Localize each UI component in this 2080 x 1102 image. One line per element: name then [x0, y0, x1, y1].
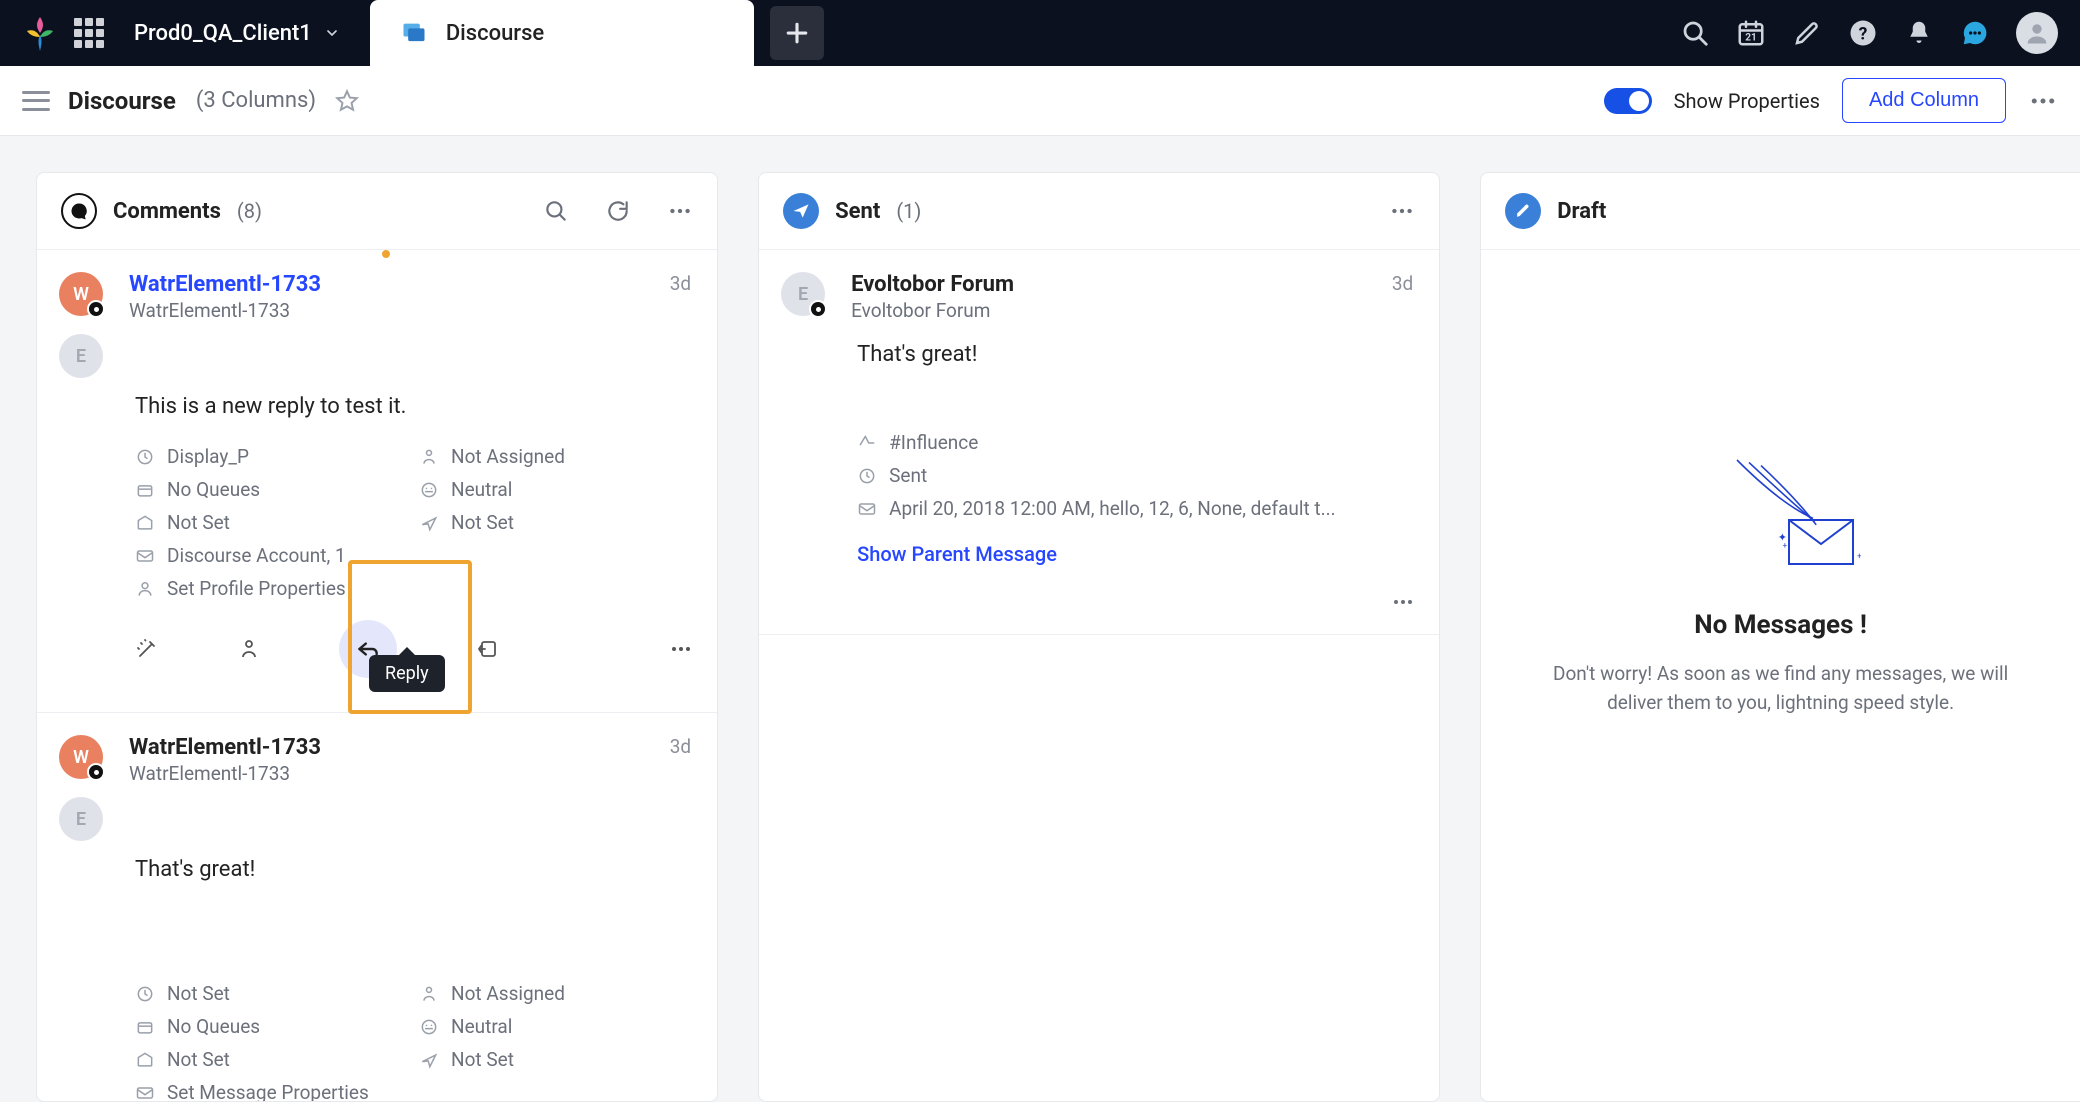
help-icon[interactable]: ? — [1848, 18, 1878, 48]
workspace-name: Prod0_QA_Client1 — [134, 21, 312, 46]
user-link[interactable]: WatrElementl-1733 — [129, 272, 693, 297]
column-header-sent: Sent (1) — [759, 173, 1439, 250]
column-header-draft: Draft — [1481, 173, 2080, 250]
column-draft: Draft ✦ + + No Messages ! Don't worry! A… — [1480, 172, 2080, 1102]
user-sub: WatrElementl-1733 — [129, 762, 693, 785]
edit-icon[interactable] — [1792, 18, 1822, 48]
subbar: Discourse (3 Columns) Show Properties Ad… — [0, 66, 2080, 136]
empty-envelope-icon: ✦ + + — [1701, 450, 1861, 590]
user-avatar[interactable] — [2016, 12, 2058, 54]
svg-text:+: + — [1782, 541, 1787, 550]
topbar: Prod0_QA_Client1 Discourse 21 ? — [0, 0, 2080, 66]
avatar-secondary: E — [59, 797, 103, 841]
card-meta: #Influence Sent April 20, 2018 12:00 AM,… — [857, 431, 1415, 520]
card-meta: Not Set Not Assigned No Queues Neutral N… — [135, 982, 693, 1101]
message-body: That's great! — [857, 342, 1415, 417]
archive-icon[interactable] — [475, 637, 499, 661]
comment-card[interactable]: 3d W E WatrElementl-1733 WatrElementl-17… — [37, 713, 717, 1101]
timestamp: 3d — [670, 735, 691, 758]
discourse-tab-icon — [400, 19, 428, 47]
empty-body: Don't worry! As soon as we find any mess… — [1541, 660, 2021, 717]
card-more-icon[interactable] — [1391, 590, 1415, 614]
menu-icon[interactable] — [22, 91, 50, 111]
user-sub: Evoltobor Forum — [851, 299, 1415, 322]
add-tab-button[interactable] — [770, 6, 824, 60]
column-header-comments: Comments (8) — [37, 173, 717, 250]
timestamp: 3d — [1392, 272, 1413, 295]
plus-icon — [782, 18, 812, 48]
tab-discourse[interactable]: Discourse — [370, 0, 754, 66]
draft-column-icon — [1505, 193, 1541, 229]
svg-text:21: 21 — [1745, 33, 1756, 44]
avatar: E — [781, 272, 825, 316]
column-comments: Comments (8) 3d W E WatrElementl-1733 Wa… — [36, 172, 718, 1102]
app-launcher-icon[interactable] — [74, 18, 104, 48]
column-more-icon[interactable] — [1389, 198, 1415, 224]
message-body: That's great! — [135, 857, 693, 882]
empty-title: No Messages ! — [1694, 610, 1867, 640]
board: Comments (8) 3d W E WatrElementl-1733 Wa… — [0, 136, 2080, 1102]
sent-card[interactable]: 3d E Evoltobor Forum Evoltobor Forum Tha… — [759, 250, 1439, 635]
empty-state: ✦ + + No Messages ! Don't worry! As soon… — [1481, 250, 2080, 717]
star-icon[interactable] — [334, 88, 360, 114]
column-title: Comments — [113, 199, 221, 224]
sent-column-icon — [783, 193, 819, 229]
comments-column-icon — [61, 193, 97, 229]
user-link[interactable]: Evoltobor Forum — [851, 272, 1415, 297]
bell-icon[interactable] — [1904, 18, 1934, 48]
timestamp: 3d — [670, 272, 691, 295]
column-count: (8) — [237, 199, 262, 223]
reply-tooltip: Reply — [369, 655, 445, 692]
show-properties-toggle[interactable] — [1604, 88, 1652, 114]
refresh-icon[interactable] — [605, 198, 631, 224]
show-properties-label: Show Properties — [1674, 89, 1820, 113]
column-more-icon[interactable] — [667, 198, 693, 224]
column-title: Sent — [835, 199, 880, 224]
avatar: W — [59, 735, 103, 779]
tab-label: Discourse — [446, 21, 544, 46]
add-column-button[interactable]: Add Column — [1842, 78, 2006, 123]
search-icon[interactable] — [1680, 18, 1710, 48]
app-logo[interactable] — [20, 13, 60, 53]
svg-text:?: ? — [1859, 24, 1868, 44]
svg-text:+: + — [1857, 551, 1861, 560]
chat-icon[interactable] — [1960, 18, 1990, 48]
avatar: W — [59, 272, 103, 316]
calendar-icon[interactable]: 21 — [1736, 18, 1766, 48]
assign-icon[interactable] — [237, 637, 261, 661]
column-sent: Sent (1) 3d E Evoltobor Forum Evoltobor … — [758, 172, 1440, 1102]
message-body: This is a new reply to test it. — [135, 394, 693, 419]
chevron-down-icon — [324, 25, 340, 41]
column-search-icon[interactable] — [543, 198, 569, 224]
workspace-selector[interactable]: Prod0_QA_Client1 — [134, 21, 360, 46]
user-sub: WatrElementl-1733 — [129, 299, 693, 322]
comment-card[interactable]: 3d W E WatrElementl-1733 WatrElementl-17… — [37, 250, 717, 713]
card-meta: Display_P Not Assigned No Queues Neutral… — [135, 445, 693, 600]
user-link[interactable]: WatrElementl-1733 — [129, 735, 693, 760]
topbar-right: 21 ? — [1680, 12, 2080, 54]
column-count: (1) — [896, 199, 921, 223]
page-title: Discourse — [68, 87, 176, 115]
show-parent-link[interactable]: Show Parent Message — [857, 542, 1057, 566]
column-title: Draft — [1557, 199, 1606, 224]
card-more-icon[interactable] — [669, 637, 693, 661]
page-subtitle: (3 Columns) — [196, 88, 316, 113]
wand-icon[interactable] — [135, 637, 159, 661]
avatar-secondary: E — [59, 334, 103, 378]
more-icon[interactable] — [2028, 86, 2058, 116]
